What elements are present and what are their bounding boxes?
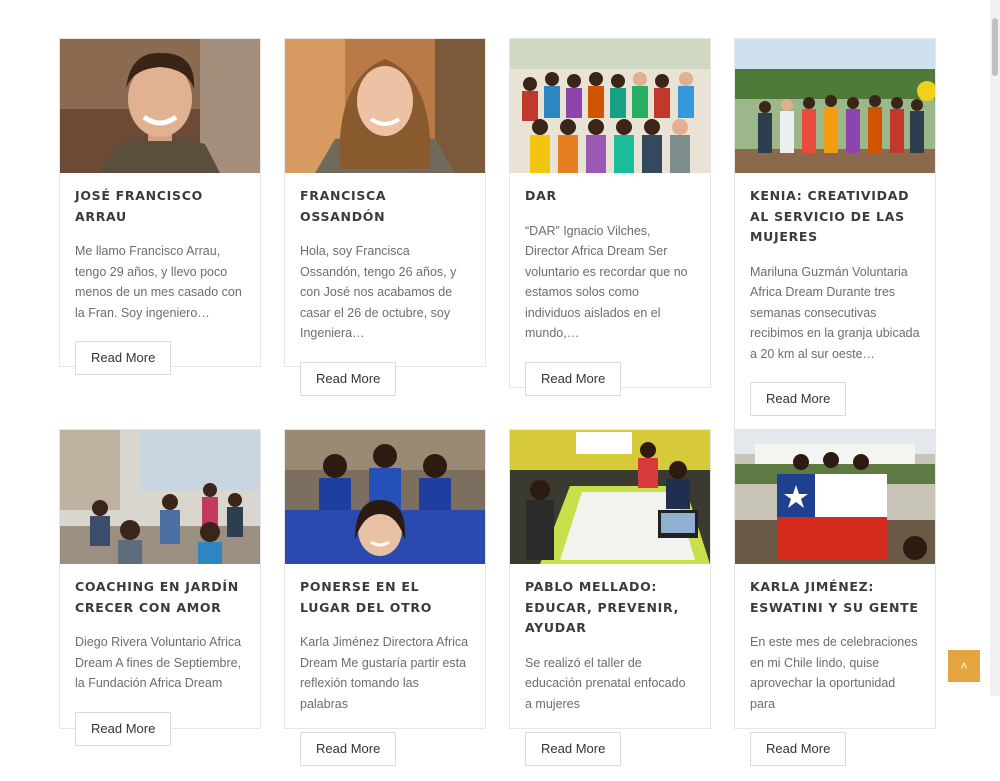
post-thumbnail[interactable] xyxy=(510,39,710,173)
post-title[interactable]: DAR xyxy=(525,186,695,207)
post-thumbnail[interactable] xyxy=(285,430,485,564)
group-photo xyxy=(735,39,935,173)
post-excerpt: Mariluna Guzmán Voluntaria Africa Dream … xyxy=(750,264,920,361)
post-card: DAR “DAR” Ignacio Vilches, Director Afri… xyxy=(509,38,711,396)
post-title[interactable]: COACHING EN JARDÍN CRECER CON AMOR xyxy=(75,577,245,618)
read-more-button[interactable]: Read More xyxy=(75,341,172,375)
post-title[interactable]: PONERSE EN EL LUGAR DEL OTRO xyxy=(300,577,470,618)
post-thumbnail[interactable] xyxy=(510,430,710,564)
group-photo xyxy=(285,430,485,564)
post-card: KARLA JIMÉNEZ: ESWATINI Y SU GENTE En es… xyxy=(734,429,936,766)
portrait-photo xyxy=(285,39,485,173)
group-photo xyxy=(510,39,710,173)
read-more-button[interactable]: Read More xyxy=(750,732,847,766)
post-excerpt: En este mes de celebraciones en mi Chile… xyxy=(750,635,918,711)
portrait-photo xyxy=(60,39,260,173)
read-more-button[interactable]: Read More xyxy=(525,732,622,766)
post-title[interactable]: PABLO MELLADO: EDUCAR, PREVENIR, AYUDAR xyxy=(525,577,695,639)
post-card: COACHING EN JARDÍN CRECER CON AMOR Diego… xyxy=(59,429,261,746)
post-card: PABLO MELLADO: EDUCAR, PREVENIR, AYUDAR … xyxy=(509,429,711,766)
page-scrollbar[interactable] xyxy=(990,0,1000,696)
scroll-to-top-button[interactable]: ˄ xyxy=(948,650,980,682)
post-excerpt: “DAR” Ignacio Vilches, Director Africa D… xyxy=(525,223,688,341)
post-excerpt: Diego Rivera Voluntario Africa Dream A f… xyxy=(75,635,242,690)
read-more-button[interactable]: Read More xyxy=(300,732,397,766)
classroom-photo xyxy=(60,430,260,564)
chevron-up-icon: ˄ xyxy=(960,659,968,673)
read-more-button[interactable]: Read More xyxy=(750,382,847,416)
post-thumbnail[interactable] xyxy=(60,430,260,564)
post-title[interactable]: KENIA: CREATIVIDAD AL SERVICIO DE LAS MU… xyxy=(750,186,920,248)
post-thumbnail[interactable] xyxy=(285,39,485,173)
post-thumbnail[interactable] xyxy=(60,39,260,173)
read-more-button[interactable]: Read More xyxy=(300,361,397,396)
scrollbar-thumb[interactable] xyxy=(992,18,998,76)
post-title[interactable]: JOSÉ FRANCISCO ARRAU xyxy=(75,186,245,227)
post-excerpt: Hola, soy Francisca Ossandón, tengo 26 a… xyxy=(300,244,457,340)
post-title[interactable]: KARLA JIMÉNEZ: ESWATINI Y SU GENTE xyxy=(750,577,920,618)
post-title[interactable]: FRANCISCA OSSANDÓN xyxy=(300,186,470,227)
post-card: KENIA: CREATIVIDAD AL SERVICIO DE LAS MU… xyxy=(734,38,936,430)
post-thumbnail[interactable] xyxy=(735,430,935,564)
post-card: PONERSE EN EL LUGAR DEL OTRO Karla Jimén… xyxy=(284,429,486,766)
workshop-photo xyxy=(510,430,710,564)
read-more-button[interactable]: Read More xyxy=(75,711,172,746)
post-thumbnail[interactable] xyxy=(735,39,935,173)
chile-flag-photo xyxy=(735,430,935,564)
read-more-button[interactable]: Read More xyxy=(525,361,622,396)
post-card: FRANCISCA OSSANDÓN Hola, soy Francisca O… xyxy=(284,38,486,396)
post-card: JOSÉ FRANCISCO ARRAU Me llamo Francisco … xyxy=(59,38,261,375)
post-excerpt: Karla Jiménez Directora Africa Dream Me … xyxy=(300,635,469,711)
post-excerpt: Me llamo Francisco Arrau, tengo 29 años,… xyxy=(75,244,242,320)
post-excerpt: Se realizó el taller de educación prenat… xyxy=(525,655,686,711)
